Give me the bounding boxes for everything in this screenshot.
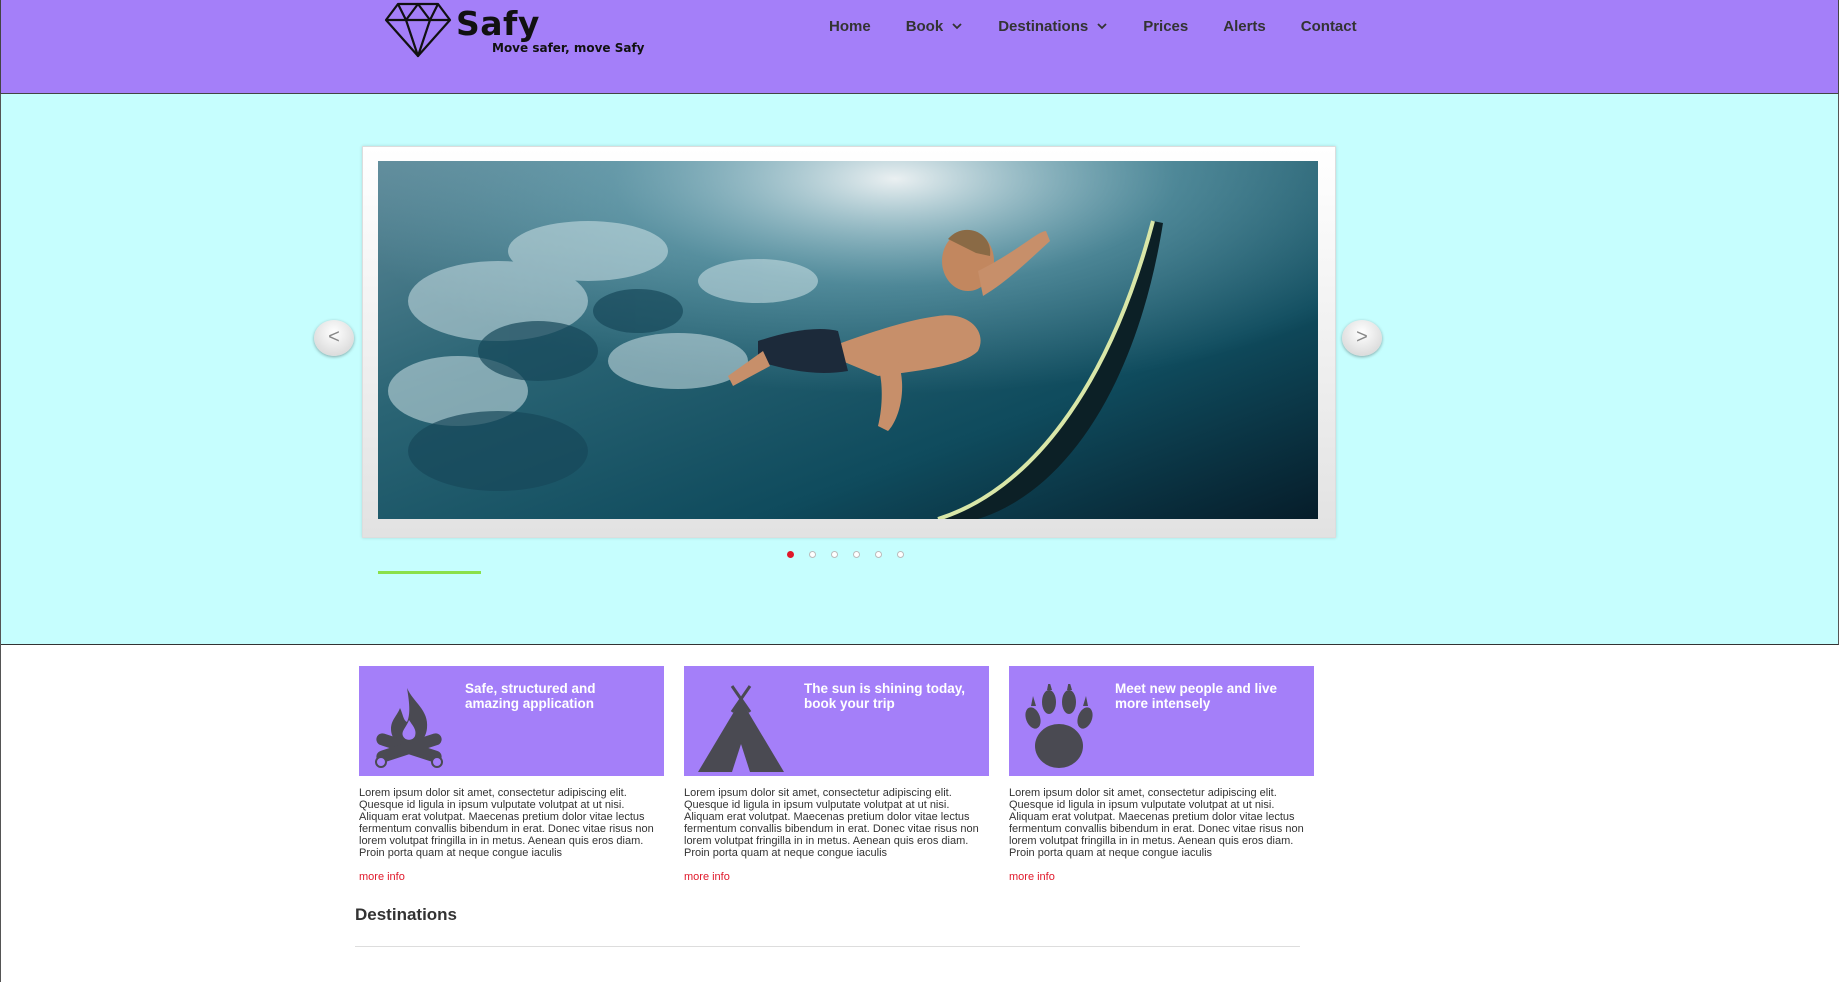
feature-banner: The sun is shining today, book your trip	[684, 666, 989, 776]
diamond-icon	[384, 2, 452, 58]
more-info-link[interactable]: more info	[359, 871, 664, 883]
slider-dot[interactable]	[897, 551, 904, 558]
slider-frame	[362, 146, 1336, 574]
nav-item-label: Alerts	[1223, 17, 1266, 35]
feature-banner: Safe, structured and amazing application	[359, 666, 664, 776]
nav-item-label: Destinations	[998, 17, 1089, 35]
brand-tagline: Move safer, move Safy	[492, 41, 645, 55]
brand-name: Safy	[456, 4, 540, 43]
slide-image-surfer	[378, 161, 1318, 519]
section-divider	[355, 946, 1300, 947]
chevron-down-icon	[952, 23, 962, 30]
feature-card: Safe, structured and amazing application…	[359, 666, 664, 883]
site-header: Safy Move safer, move Safy Home Book Des…	[0, 0, 1839, 94]
nav-item-label: Contact	[1300, 17, 1357, 35]
slide-progress-bar	[378, 571, 481, 574]
slider-dot[interactable]	[809, 551, 816, 558]
nav-item-alerts[interactable]: Alerts	[1223, 16, 1266, 36]
slider-next-button[interactable]: >	[1342, 320, 1382, 356]
slider-dot[interactable]	[853, 551, 860, 558]
feature-description: Lorem ipsum dolor sit amet, consectetur …	[1009, 787, 1304, 859]
nav-item-label: Book	[905, 17, 944, 35]
nav-item-prices[interactable]: Prices	[1143, 16, 1188, 36]
feature-description: Lorem ipsum dolor sit amet, consectetur …	[684, 787, 979, 859]
feature-card: The sun is shining today, book your trip…	[684, 666, 989, 883]
nav-item-destinations[interactable]: Destinations	[998, 16, 1108, 36]
chevron-down-icon	[1097, 23, 1107, 30]
features-section: Safe, structured and amazing application…	[359, 666, 1319, 896]
destinations-heading: Destinations	[355, 905, 458, 924]
feature-title: Meet new people and live more intensely	[1115, 681, 1278, 711]
slider-dot[interactable]	[875, 551, 882, 558]
nav-item-home[interactable]: Home	[829, 16, 871, 36]
slider-dot[interactable]	[787, 551, 794, 558]
nav-item-label: Prices	[1143, 17, 1189, 35]
slider-pagination	[787, 551, 919, 558]
nav-item-contact[interactable]: Contact	[1301, 16, 1357, 36]
hero-section: < >	[0, 94, 1839, 645]
paw-icon	[1025, 684, 1093, 768]
logo[interactable]: Safy Move safer, move Safy	[384, 2, 684, 62]
slider-prev-button[interactable]: <	[314, 320, 354, 356]
more-info-link[interactable]: more info	[684, 871, 989, 883]
feature-title: Safe, structured and amazing application	[465, 681, 596, 711]
main-nav: Home Book Destinations Prices Alerts Con…	[829, 16, 1392, 36]
feature-description: Lorem ipsum dolor sit amet, consectetur …	[359, 787, 654, 859]
nav-item-label: Home	[829, 17, 871, 35]
more-info-link[interactable]: more info	[1009, 871, 1314, 883]
nav-item-book[interactable]: Book	[906, 16, 964, 36]
campfire-icon	[375, 688, 443, 768]
slider-dot[interactable]	[831, 551, 838, 558]
feature-banner: Meet new people and live more intensely	[1009, 666, 1314, 776]
tent-icon	[698, 685, 784, 772]
page-border	[0, 644, 1, 982]
feature-card: Meet new people and live more intensely …	[1009, 666, 1314, 883]
feature-title: The sun is shining today, book your trip	[804, 681, 966, 711]
